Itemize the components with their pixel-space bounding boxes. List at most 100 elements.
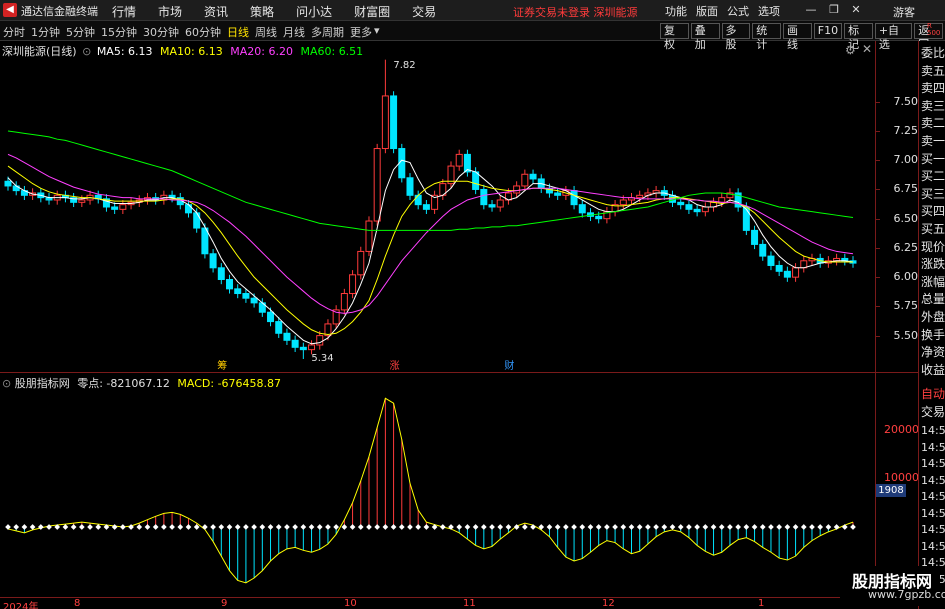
trade-label[interactable]: 交易	[921, 403, 945, 420]
candle-body	[291, 339, 299, 348]
overlay-button[interactable]: 叠加	[690, 23, 720, 51]
side-item[interactable]: 卖三	[921, 97, 945, 114]
menu-item-wealth[interactable]: 财富圈	[354, 3, 390, 20]
tick-time: 14:56	[921, 490, 945, 503]
menu-item-formula[interactable]: 公式	[727, 3, 749, 19]
zero-diamond	[226, 524, 233, 530]
zero-diamond	[505, 524, 512, 530]
tab-60min[interactable]: 60分钟	[185, 24, 221, 40]
zero-diamond	[111, 524, 118, 530]
menu-item-market[interactable]: 市场	[158, 3, 182, 20]
side-item[interactable]: 收益	[921, 361, 945, 378]
side-item[interactable]: 买二	[921, 167, 945, 184]
stock-label[interactable]: 深圳能源(日线)	[2, 45, 77, 58]
period-toolbar: 分时 1分钟 5分钟 15分钟 30分钟 60分钟 日线 周线 月线 多周期 更…	[0, 21, 945, 51]
indicator-name[interactable]: 股朋指标网	[15, 377, 70, 390]
side-item[interactable]: 净资	[921, 343, 945, 360]
chevron-down-icon[interactable]: ▾	[374, 24, 380, 40]
zero-diamond	[292, 524, 298, 530]
tab-weekly[interactable]: 周线	[255, 24, 277, 40]
candlestick-chart[interactable]: 7.82 5.34 筹 涨 财	[0, 41, 875, 372]
side-item[interactable]: 卖一	[921, 132, 945, 149]
menu-item-news[interactable]: 资讯	[204, 3, 228, 20]
menu-item-options[interactable]: 选项	[758, 3, 780, 19]
zero-diamond	[768, 524, 774, 530]
login-notice[interactable]: 证券交易未登录 深圳能源	[513, 4, 638, 20]
side-item[interactable]: 涨跌	[921, 255, 945, 272]
candle-body	[636, 194, 644, 199]
zero-diamond	[809, 524, 815, 530]
side-item[interactable]: 外盘	[921, 308, 945, 325]
menu-item-strategy[interactable]: 策略	[250, 3, 274, 20]
tick-mark	[875, 131, 880, 132]
tab-15min[interactable]: 15分钟	[101, 24, 137, 40]
side-item[interactable]: 买一	[921, 150, 945, 167]
candle-body	[472, 171, 480, 190]
close-panel-icon[interactable]: ✕	[862, 42, 872, 56]
macd-bar-chart[interactable]	[0, 373, 875, 597]
side-item[interactable]: 涨幅	[921, 273, 945, 290]
side-item[interactable]: 买五	[921, 220, 945, 237]
tab-monthly[interactable]: 月线	[283, 24, 305, 40]
candle-body	[184, 204, 192, 214]
ma-line	[7, 159, 854, 345]
main-chart-legend: 深圳能源(日线) ⊙ MA5: 6.13 MA10: 6.13 MA20: 6.…	[2, 43, 363, 59]
side-item[interactable]: 买四	[921, 202, 945, 219]
add-watchlist-button[interactable]: +自选	[874, 23, 913, 51]
settings-circle-icon[interactable]: ⊙	[82, 45, 91, 58]
price-tick: 6.50	[893, 211, 919, 225]
draw-line-button[interactable]: 画线	[783, 23, 812, 51]
f10-button[interactable]: F10	[813, 23, 843, 39]
candle-body	[357, 250, 365, 276]
tab-minute-chart[interactable]: 分时	[3, 24, 25, 40]
main-chart-panel[interactable]: 7.82 5.34 筹 涨 财 深圳能源(日线) ⊙ MA5: 6.13 MA10: 6…	[0, 41, 875, 372]
side-item[interactable]: 买三	[921, 185, 945, 202]
zero-diamond	[817, 524, 824, 530]
tab-multi-period[interactable]: 多周期	[311, 24, 344, 40]
candle-body	[283, 332, 291, 341]
tick-time: 14:56	[921, 424, 945, 437]
settings-icon[interactable]: ⚙	[845, 43, 856, 57]
menu-item-function[interactable]: 功能	[665, 3, 687, 19]
side-item[interactable]: 委比	[921, 44, 945, 61]
side-item[interactable]: 卖二	[921, 114, 945, 131]
tab-daily[interactable]: 日线	[227, 24, 249, 40]
multi-stock-button[interactable]: 多股	[721, 23, 751, 51]
menu-item-quotes[interactable]: 行情	[112, 3, 136, 20]
menu-item-trade[interactable]: 交易	[412, 3, 436, 20]
side-item[interactable]: 总量	[921, 290, 945, 307]
candle-body	[119, 204, 127, 210]
minimize-icon[interactable]: —	[803, 2, 819, 18]
mark-button[interactable]: 标记	[844, 23, 873, 51]
restore-icon[interactable]: ❐	[826, 2, 842, 18]
low-price-label: 5.34	[311, 353, 333, 364]
ma-line	[7, 130, 854, 231]
zero-diamond	[366, 524, 372, 530]
close-icon[interactable]: ✕	[848, 2, 864, 18]
side-item[interactable]: 卖五	[921, 62, 945, 79]
statistics-button[interactable]: 统计	[752, 23, 781, 51]
zero-diamond	[456, 524, 463, 530]
side-item[interactable]: 换手	[921, 326, 945, 343]
zero-diamond	[382, 524, 389, 530]
zero-diamond	[727, 524, 733, 530]
zero-diamond	[300, 524, 307, 530]
zero-diamond	[850, 524, 856, 530]
tab-more[interactable]: 更多	[350, 24, 372, 40]
app-logo-icon: ◀	[3, 3, 17, 17]
auto-trade-label[interactable]: 自动	[921, 385, 945, 402]
zero-diamond	[759, 524, 766, 530]
tab-1min[interactable]: 1分钟	[31, 24, 60, 40]
ma60-label: MA60: 6.51	[300, 45, 364, 58]
tab-30min[interactable]: 30分钟	[143, 24, 179, 40]
side-item[interactable]: 卖四	[921, 79, 945, 96]
tab-5min[interactable]: 5分钟	[66, 24, 95, 40]
indicator-settings-icon[interactable]: ⊙	[2, 377, 11, 390]
restore-rights-button[interactable]: 复权	[660, 23, 689, 51]
menu-item-assistant[interactable]: 问小达	[296, 3, 332, 20]
guest-label[interactable]: 游客	[893, 4, 915, 20]
indicator-panel[interactable]: ⊙ 股朋指标网 零点: -821067.12 MACD: -676458.87	[0, 373, 875, 597]
candle-body	[422, 204, 430, 210]
side-item[interactable]: 现价	[921, 238, 945, 255]
menu-item-layout[interactable]: 版面	[696, 3, 718, 19]
